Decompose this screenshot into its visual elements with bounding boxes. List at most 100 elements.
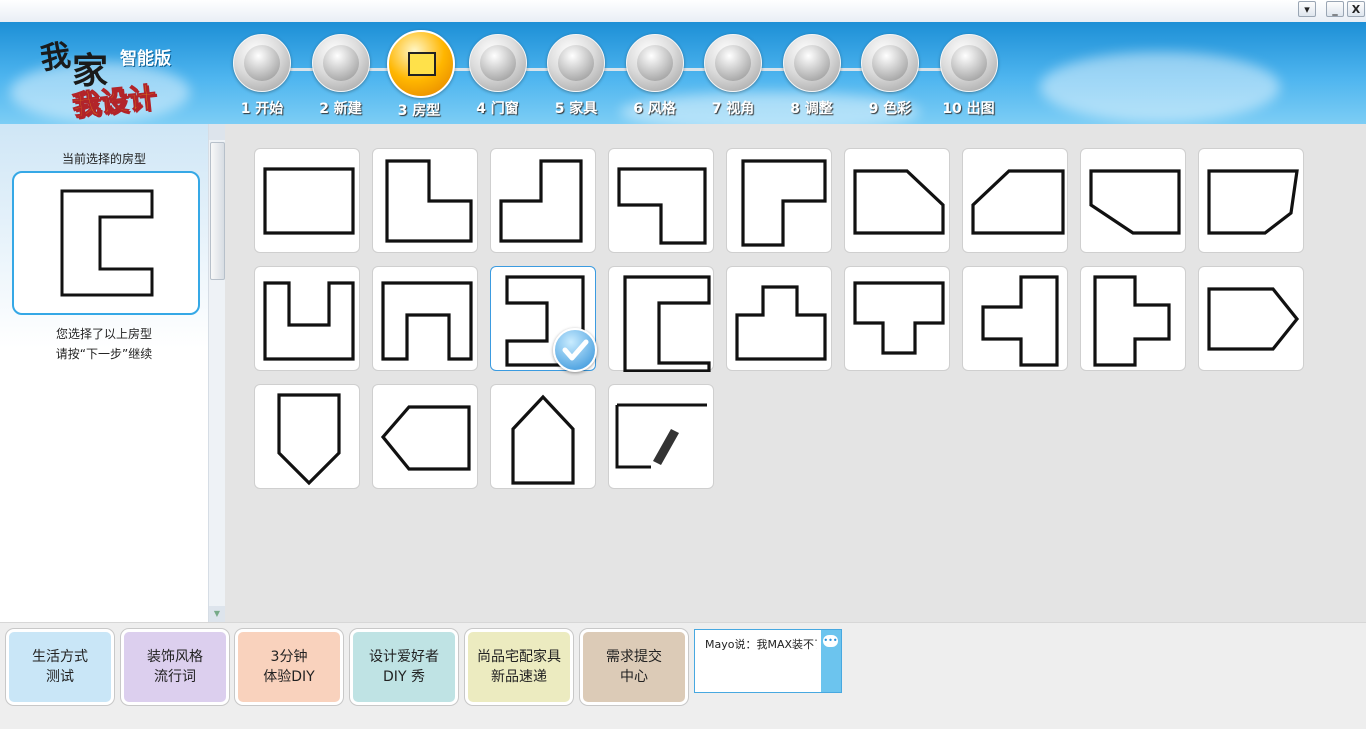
step-9[interactable]: 9 色彩 bbox=[858, 34, 922, 118]
step-2[interactable]: 2 新建 bbox=[309, 34, 373, 118]
sidebar-scrollbar[interactable]: ▼ bbox=[208, 124, 225, 622]
close-button[interactable]: X bbox=[1347, 1, 1365, 17]
bottom-button-4[interactable]: 设计爱好者 DIY 秀 bbox=[350, 629, 458, 705]
step-10[interactable]: 10 出图 bbox=[937, 34, 1001, 118]
floorplan-shape bbox=[385, 159, 473, 243]
step-7[interactable]: 7 视角 bbox=[701, 34, 765, 118]
chat-message: Mayo说：我MAX装不了 bbox=[705, 638, 817, 651]
step-label: 5 家具 bbox=[554, 101, 598, 117]
chevron-down-icon: ▾ bbox=[1304, 3, 1310, 16]
floorplan-top-left-chamfer[interactable] bbox=[962, 148, 1068, 253]
scroll-down-arrow[interactable]: ▼ bbox=[209, 606, 225, 622]
checkmark-icon bbox=[553, 328, 597, 372]
step-label: 9 色彩 bbox=[868, 101, 912, 117]
floorplan-shape bbox=[263, 281, 355, 361]
floorplan-u-shape-open-right[interactable] bbox=[608, 266, 714, 372]
floorplan-house-up[interactable] bbox=[490, 384, 596, 489]
bottom-button-5[interactable]: 尚品宅配家具 新品速递 bbox=[465, 629, 573, 705]
step-1[interactable]: 1 开始 bbox=[230, 34, 294, 118]
edition-label: 智能版 bbox=[120, 49, 171, 69]
floorplan-shape bbox=[853, 169, 945, 235]
floorplan-shape bbox=[735, 285, 827, 361]
selection-message-line1: 您选择了以上房型 bbox=[55, 327, 152, 341]
floorplan-t-shape-up[interactable] bbox=[726, 266, 832, 371]
minimize-button[interactable]: _ bbox=[1326, 1, 1344, 17]
floorplan-rectangle[interactable] bbox=[254, 148, 360, 253]
logo-char-wo: 我 bbox=[38, 38, 73, 77]
arrow-right-icon bbox=[233, 34, 291, 92]
minimize-icon: _ bbox=[1332, 3, 1338, 16]
bottom-button-1[interactable]: 生活方式 测试 bbox=[6, 629, 114, 705]
floorplan-shape bbox=[971, 169, 1065, 235]
step-label: 7 视角 bbox=[711, 101, 755, 117]
floorplan-u-shape-open-top[interactable] bbox=[254, 266, 360, 371]
bottom-button-2[interactable]: 装饰风格 流行词 bbox=[121, 629, 229, 705]
step-3[interactable]: 3 房型 bbox=[387, 30, 455, 120]
floorplan-l-shape-bottom-left-cut[interactable] bbox=[608, 148, 714, 253]
floorplan-shape bbox=[981, 275, 1059, 367]
floorplan-bottom-both-chamfer[interactable] bbox=[1080, 148, 1186, 253]
floorplan-shape bbox=[511, 394, 575, 485]
bottom-button-6[interactable]: 需求提交 中心 bbox=[580, 629, 688, 705]
current-floorplan-preview bbox=[12, 171, 200, 315]
floorplan-l-shape-top-left-cut[interactable] bbox=[490, 148, 596, 253]
step-label: 2 新建 bbox=[319, 101, 362, 117]
window-icon bbox=[468, 34, 527, 92]
floorplan-shape bbox=[853, 281, 945, 355]
chat-sidebar[interactable]: ••• bbox=[821, 630, 841, 692]
floorplan-arrow-right[interactable] bbox=[1198, 266, 1304, 371]
floorplan-shape bbox=[1207, 287, 1300, 351]
floorplan-shape bbox=[499, 159, 583, 243]
floorplan-shape bbox=[617, 167, 707, 245]
floorplan-t-shape-left[interactable] bbox=[962, 266, 1068, 371]
furniture-icon bbox=[547, 34, 605, 92]
menu-dropdown-button[interactable]: ▾ bbox=[1298, 1, 1316, 17]
step-5[interactable]: 5 家具 bbox=[544, 34, 608, 118]
floorplan-u-shape-open-bottom[interactable] bbox=[372, 266, 478, 371]
selection-message-line2: 请按“下一步”继续 bbox=[55, 347, 153, 361]
step-8[interactable]: 8 调整 bbox=[780, 34, 844, 118]
document-icon bbox=[311, 34, 370, 92]
floorplan-shield-down[interactable] bbox=[254, 384, 360, 489]
current-floorplan-title: 当前选择的房型 bbox=[61, 152, 146, 166]
style-icon bbox=[625, 34, 684, 92]
floorplan-arrow-left[interactable] bbox=[372, 384, 478, 489]
floorplan-l-shape-bottom-right-cut[interactable] bbox=[726, 148, 832, 253]
step-6[interactable]: 6 风格 bbox=[623, 34, 687, 118]
floorplan-shape bbox=[1089, 169, 1181, 235]
bottom-button-3[interactable]: 3分钟 体验DIY bbox=[235, 629, 343, 705]
title-bar: ▾ _ X bbox=[0, 0, 1366, 23]
floorplan-u-shape-open-left[interactable] bbox=[490, 266, 597, 372]
cube-icon bbox=[704, 34, 762, 92]
floorplan-grid bbox=[225, 124, 1366, 622]
floorplan-shape bbox=[623, 275, 711, 372]
floorplan-custom-draw[interactable] bbox=[608, 384, 714, 489]
chat-ticker[interactable]: Mayo说：我MAX装不了 ••• bbox=[694, 629, 842, 693]
floorplan-shape bbox=[615, 403, 707, 469]
close-icon: X bbox=[1351, 3, 1361, 16]
floorplan-t-shape-down[interactable] bbox=[844, 266, 950, 371]
step-label: 4 门窗 bbox=[476, 101, 519, 117]
floorplan-l-shape-top-right-cut[interactable] bbox=[372, 148, 478, 253]
scroll-thumb[interactable] bbox=[210, 142, 225, 280]
floorplan-top-right-chamfer[interactable] bbox=[844, 148, 950, 253]
floorplan-t-shape-right[interactable] bbox=[1080, 266, 1186, 371]
color-icon bbox=[861, 34, 919, 92]
floorplan-icon bbox=[387, 30, 455, 98]
selection-message: 您选择了以上房型 请按“下一步”继续 bbox=[0, 324, 208, 364]
floorplan-shape bbox=[277, 393, 341, 486]
step-4[interactable]: 4 门窗 bbox=[466, 34, 530, 118]
floorplan-shape bbox=[741, 159, 827, 247]
camera-icon bbox=[939, 34, 998, 92]
app-logo: 我 家 我设计 智能版 bbox=[38, 28, 188, 124]
floorplan-shape bbox=[380, 405, 471, 471]
step-label: 10 出图 bbox=[942, 101, 995, 117]
speech-bubble-icon: ••• bbox=[823, 635, 838, 647]
logo-subtitle: 我设计 bbox=[70, 80, 158, 123]
step-label: 1 开始 bbox=[240, 101, 284, 117]
floorplan-shape bbox=[1093, 275, 1171, 367]
step-label: 8 调整 bbox=[790, 101, 833, 117]
floorplan-bottom-left-chamfer[interactable] bbox=[1198, 148, 1304, 253]
step-label: 3 房型 bbox=[397, 103, 441, 119]
scroll-up-arrow[interactable] bbox=[209, 124, 225, 140]
